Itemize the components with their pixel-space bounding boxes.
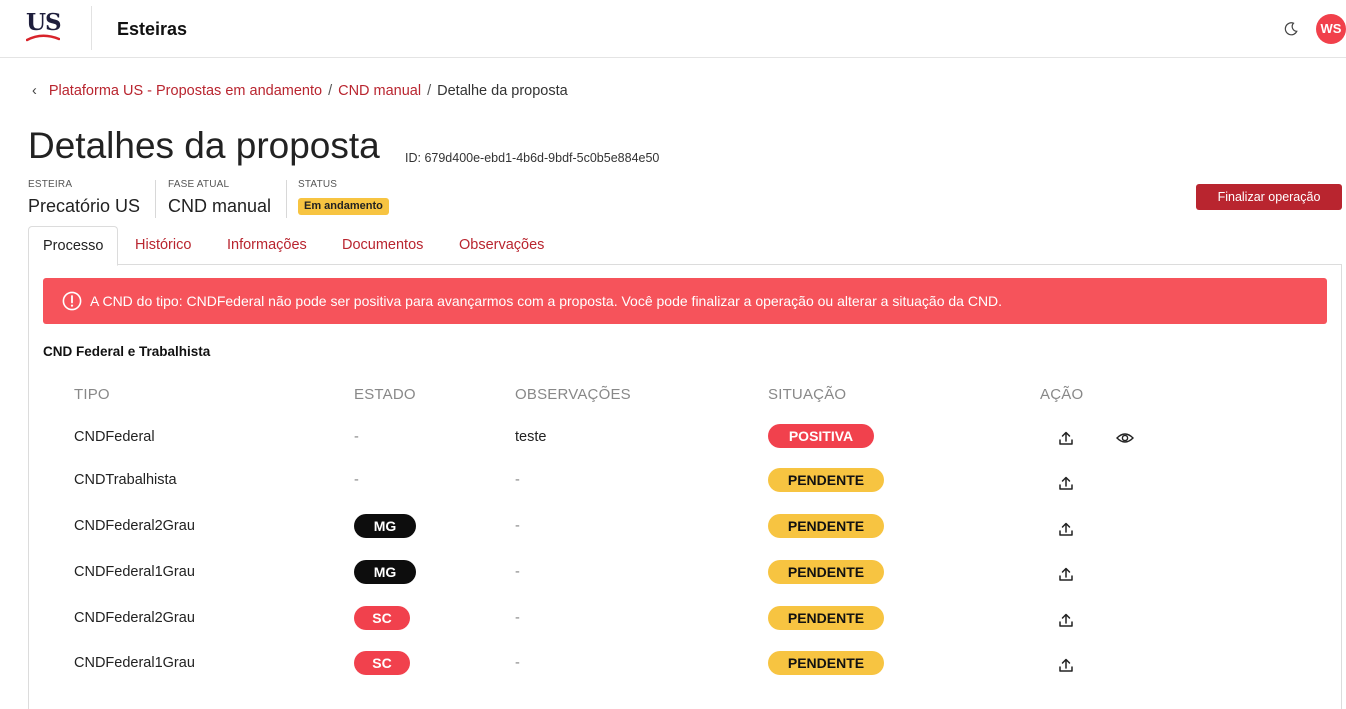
- breadcrumb-link-propostas[interactable]: Plataforma US - Propostas em andamento: [49, 83, 322, 99]
- column-header-tipo: TIPO: [74, 386, 110, 403]
- upload-icon[interactable]: [1058, 612, 1074, 628]
- cell-observacoes: -: [515, 655, 520, 671]
- header-divider: [91, 6, 92, 50]
- alert-circle-icon: [62, 291, 82, 311]
- logo-text: US: [26, 9, 62, 36]
- column-header-situacao: SITUAÇÃO: [768, 386, 847, 403]
- meta-divider: [286, 180, 287, 218]
- cell-observacoes: -: [515, 610, 520, 626]
- section-title: CND Federal e Trabalhista: [43, 344, 211, 359]
- estado-badge: MG: [354, 560, 416, 584]
- column-header-acao: AÇÃO: [1040, 386, 1084, 403]
- cell-estado: -: [354, 472, 359, 488]
- us-logo[interactable]: US: [26, 9, 62, 47]
- top-bar: US Esteiras WS: [0, 0, 1346, 58]
- meta-divider: [155, 180, 156, 218]
- breadcrumb-separator: /: [328, 83, 333, 99]
- finalize-operation-button[interactable]: Finalizar operação: [1196, 184, 1342, 210]
- tab-processo[interactable]: Processo: [28, 226, 119, 266]
- esteira-value: Precatório US: [28, 196, 141, 216]
- situacao-badge: PENDENTE: [768, 606, 884, 630]
- situacao-badge: PENDENTE: [768, 468, 884, 492]
- error-alert: A CND do tipo: CNDFederal não pode ser p…: [43, 278, 1327, 324]
- status-badge: Em andamento: [298, 198, 389, 215]
- situacao-badge: POSITIVA: [768, 424, 874, 448]
- situacao-badge: PENDENTE: [768, 560, 884, 584]
- breadcrumb-current: Detalhe da proposta: [437, 83, 568, 99]
- upload-icon[interactable]: [1058, 430, 1074, 446]
- fase-value: CND manual: [168, 196, 272, 216]
- cell-tipo: CNDFederal1Grau: [74, 655, 195, 671]
- estado-badge: SC: [354, 651, 410, 675]
- alert-message: A CND do tipo: CNDFederal não pode ser p…: [90, 293, 1003, 309]
- esteira-label: ESTEIRA: [28, 179, 73, 190]
- tab-observacoes[interactable]: Observações: [459, 226, 544, 265]
- tab-historico[interactable]: Histórico: [135, 226, 191, 265]
- moon-icon[interactable]: [1283, 21, 1299, 37]
- estado-badge: MG: [354, 514, 416, 538]
- proposal-id: ID: 679d400e-ebd1-4b6d-9bdf-5c0b5e884e50: [405, 151, 660, 165]
- status-label: STATUS: [298, 179, 338, 190]
- tab-bar: Processo Histórico Informações Documento…: [28, 226, 1342, 266]
- situacao-badge: PENDENTE: [768, 514, 884, 538]
- column-header-estado: ESTADO: [354, 386, 416, 403]
- chevron-left-icon[interactable]: ‹: [32, 83, 37, 99]
- fase-label: FASE ATUAL: [168, 179, 230, 190]
- eye-icon[interactable]: [1116, 431, 1134, 445]
- cell-observacoes: -: [515, 564, 520, 580]
- upload-icon[interactable]: [1058, 475, 1074, 491]
- upload-icon[interactable]: [1058, 566, 1074, 582]
- avatar[interactable]: WS: [1316, 14, 1346, 44]
- tab-panel-processo: [28, 264, 1342, 709]
- breadcrumb-link-cnd-manual[interactable]: CND manual: [338, 83, 421, 99]
- column-header-observacoes: OBSERVAÇÕES: [515, 386, 631, 403]
- tab-informacoes[interactable]: Informações: [227, 226, 307, 265]
- upload-icon[interactable]: [1058, 521, 1074, 537]
- upload-icon[interactable]: [1058, 657, 1074, 673]
- cell-tipo: CNDFederal2Grau: [74, 518, 195, 534]
- cell-estado: -: [354, 429, 359, 445]
- cell-tipo: CNDFederal2Grau: [74, 610, 195, 626]
- cell-observacoes: -: [515, 518, 520, 534]
- estado-badge: SC: [354, 606, 410, 630]
- page-title: Detalhes da proposta: [28, 125, 380, 166]
- tab-documentos[interactable]: Documentos: [342, 226, 423, 265]
- cell-observacoes: teste: [515, 429, 547, 445]
- breadcrumb: ‹ Plataforma US - Propostas em andamento /…: [32, 83, 568, 99]
- cell-tipo: CNDFederal: [74, 429, 155, 445]
- cell-tipo: CNDTrabalhista: [74, 472, 177, 488]
- cell-observacoes: -: [515, 472, 520, 488]
- app-title: Esteiras: [117, 19, 188, 39]
- breadcrumb-separator: /: [427, 83, 432, 99]
- situacao-badge: PENDENTE: [768, 651, 884, 675]
- cell-tipo: CNDFederal1Grau: [74, 564, 195, 580]
- logo-swoosh-icon: [26, 34, 60, 42]
